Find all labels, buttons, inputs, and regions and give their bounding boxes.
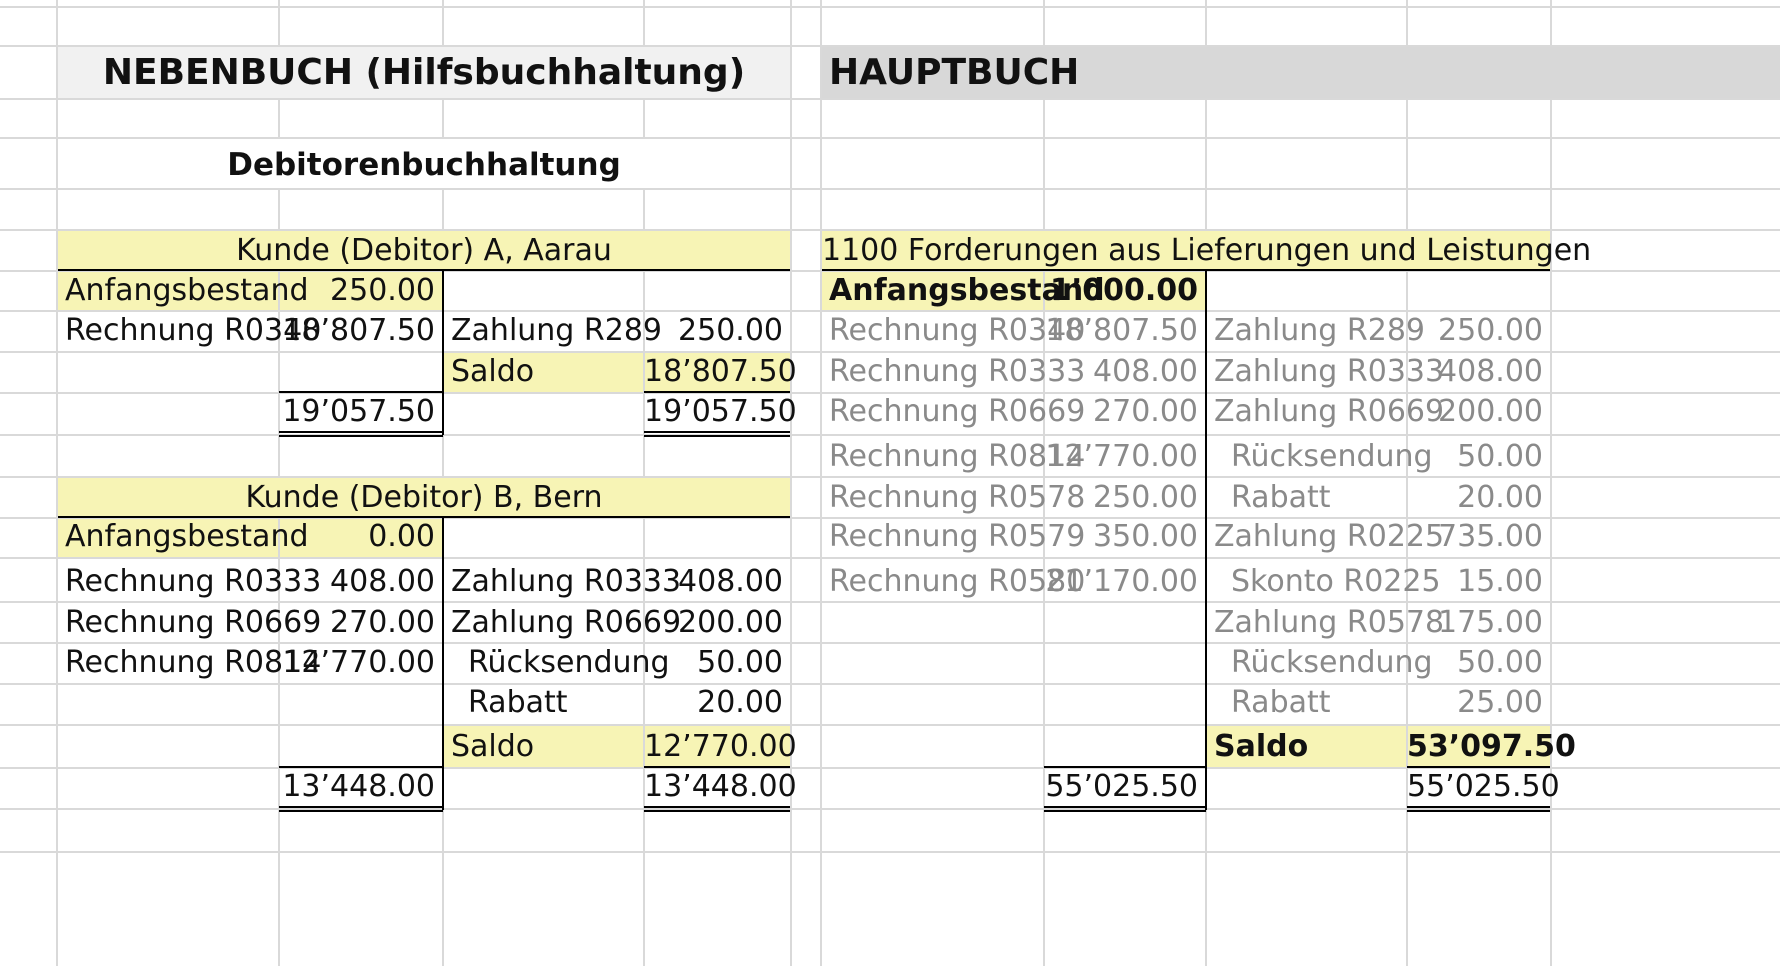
account-credit-label[interactable]: Zahlung R0225 bbox=[1207, 514, 1444, 560]
nebenbuch-title[interactable]: NEBENBUCH (Hilfsbuchhaltung) bbox=[58, 44, 790, 102]
account-debit-amount[interactable]: 18’807.50 bbox=[1044, 308, 1205, 354]
account-credit-label[interactable]: Skonto R0225 bbox=[1207, 559, 1441, 605]
account-credit-amount[interactable]: 15.00 bbox=[1407, 559, 1550, 605]
kunde-b-opening-label[interactable]: Anfangsbestand bbox=[58, 514, 309, 560]
debitoren-subtitle[interactable]: Debitorenbuchhaltung bbox=[58, 142, 790, 188]
account-debit-label[interactable]: Rechnung R0579 bbox=[822, 514, 1085, 560]
kunde-b-saldo-label[interactable]: Saldo bbox=[444, 724, 643, 770]
kunde-b-credit-amount[interactable]: 20.00 bbox=[644, 680, 790, 726]
account-debit-label[interactable]: Rechnung R0580 bbox=[822, 559, 1085, 605]
kunde-b-credit-label[interactable]: Rabatt bbox=[444, 680, 643, 726]
kunde-b-credit-label[interactable]: Zahlung R0333 bbox=[444, 559, 681, 605]
kunde-b-credit-amount[interactable]: 408.00 bbox=[644, 559, 790, 605]
spreadsheet[interactable]: NEBENBUCH (Hilfsbuchhaltung) HAUPTBUCH D… bbox=[0, 0, 1780, 966]
kunde-b-total-credit[interactable]: 13’448.00 bbox=[644, 764, 797, 810]
account-credit-amount[interactable]: 25.00 bbox=[1407, 680, 1550, 726]
account-debit-amount[interactable]: 350.00 bbox=[1044, 514, 1205, 560]
kunde-b-opening-value[interactable]: 0.00 bbox=[279, 514, 442, 560]
kunde-a-total-credit[interactable]: 19’057.50 bbox=[644, 389, 797, 435]
kunde-b-debit-label[interactable]: Rechnung R0814 bbox=[58, 640, 321, 686]
account-credit-label[interactable]: Rücksendung bbox=[1207, 434, 1433, 480]
account-credit-amount[interactable]: 250.00 bbox=[1407, 308, 1550, 354]
kunde-a-debit-label[interactable]: Rechnung R0340 bbox=[58, 308, 321, 354]
kunde-b-debit-label[interactable]: Rechnung R0333 bbox=[58, 559, 321, 605]
account-debit-amount[interactable]: 21’170.00 bbox=[1044, 559, 1205, 605]
kunde-a-saldo-label[interactable]: Saldo bbox=[444, 349, 643, 395]
account-debit-label[interactable]: Rechnung R0340 bbox=[822, 308, 1085, 354]
account-credit-amount[interactable]: 200.00 bbox=[1407, 389, 1550, 435]
account-saldo-label[interactable]: Saldo bbox=[1207, 724, 1406, 770]
account-debit-amount[interactable]: 12’770.00 bbox=[1044, 434, 1205, 480]
account-debit-amount[interactable]: 270.00 bbox=[1044, 389, 1205, 435]
account-credit-label[interactable]: Zahlung R0669 bbox=[1207, 389, 1444, 435]
kunde-a-credit-amount[interactable]: 250.00 bbox=[644, 308, 790, 354]
account-credit-label[interactable]: Rabatt bbox=[1207, 680, 1406, 726]
kunde-b-debit-amount[interactable]: 12’770.00 bbox=[279, 640, 442, 686]
account-total-credit[interactable]: 55’025.50 bbox=[1407, 764, 1560, 810]
account-credit-label[interactable]: Zahlung R289 bbox=[1207, 308, 1425, 354]
kunde-a-total-debit[interactable]: 19’057.50 bbox=[279, 389, 442, 435]
account-credit-amount[interactable]: 50.00 bbox=[1407, 434, 1550, 480]
account-credit-amount[interactable]: 735.00 bbox=[1407, 514, 1550, 560]
kunde-b-debit-amount[interactable]: 408.00 bbox=[279, 559, 442, 605]
kunde-b-total-debit[interactable]: 13’448.00 bbox=[279, 764, 442, 810]
account-debit-label[interactable]: Rechnung R0814 bbox=[822, 434, 1085, 480]
kunde-a-debit-amount[interactable]: 18’807.50 bbox=[279, 308, 442, 354]
kunde-a-credit-label[interactable]: Zahlung R289 bbox=[444, 308, 662, 354]
account-debit-label[interactable]: Rechnung R0669 bbox=[822, 389, 1085, 435]
account-total-debit[interactable]: 55’025.50 bbox=[1044, 764, 1205, 810]
hauptbuch-title[interactable]: HAUPTBUCH bbox=[822, 44, 1222, 102]
